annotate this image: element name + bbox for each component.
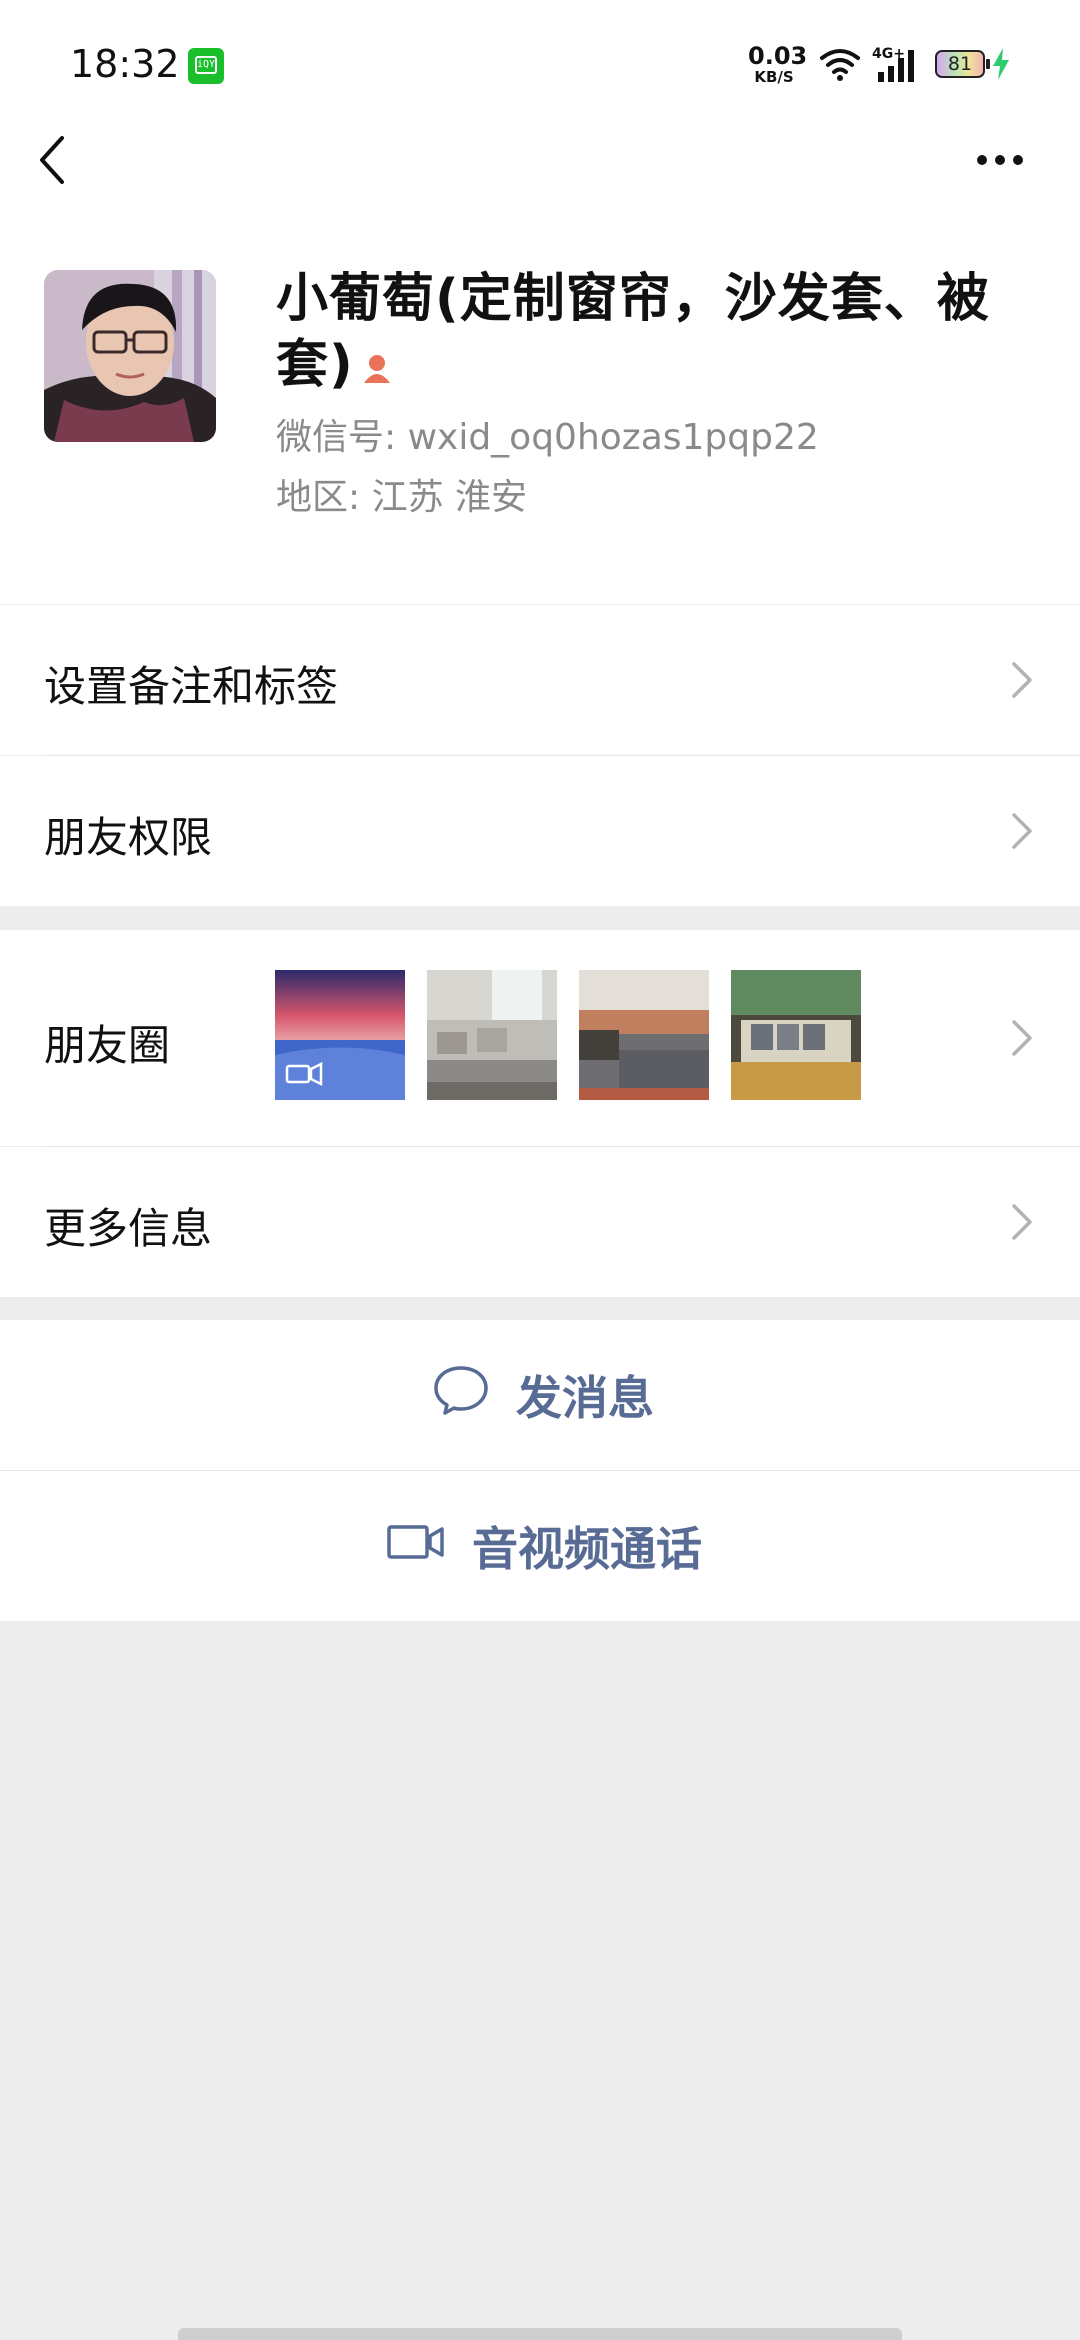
more-button[interactable]	[970, 140, 1040, 180]
region: 地区: 江苏 淮安	[276, 477, 528, 518]
chevron-right-icon	[1010, 1202, 1034, 1246]
network-speed: 0.03 KB/S	[748, 42, 808, 86]
chevron-right-icon	[1010, 660, 1034, 704]
friend-permissions-label: 朋友权限	[44, 813, 213, 862]
profile-name: 小葡萄(定制窗帘，沙发套、被套)	[276, 266, 996, 401]
moments-thumbnail	[427, 970, 557, 1100]
moments-label: 朋友圈	[44, 1021, 171, 1070]
av-call-button[interactable]: 音视频通话	[0, 1471, 1080, 1621]
chat-bubble-icon	[432, 1364, 490, 1427]
profile-header: 小葡萄(定制窗帘，沙发套、被套) 微信号: wxid_oq0hozas1pqp2…	[0, 230, 1080, 604]
moments-thumbnail	[579, 970, 709, 1100]
send-message-label: 发消息	[516, 1371, 654, 1425]
moments-thumbnail	[275, 970, 405, 1100]
battery-indicator: 81	[935, 50, 990, 78]
more-info-cell[interactable]: 更多信息	[0, 1147, 1080, 1297]
iqiyi-icon: iQY	[188, 48, 224, 84]
network-speed-unit: KB/S	[754, 68, 794, 86]
remark-tags-label: 设置备注和标签	[44, 662, 339, 711]
wechat-id: 微信号: wxid_oq0hozas1pqp22	[276, 417, 819, 458]
video-call-icon	[386, 1519, 446, 1573]
status-time: 18:32	[70, 42, 180, 86]
moments-thumbnail	[731, 970, 861, 1100]
moments-cell[interactable]: 朋友圈	[0, 930, 1080, 1146]
status-bar: 18:32 iQY 0.03 KB/S 4G+ 81	[0, 0, 1080, 130]
chevron-left-icon	[40, 136, 64, 184]
wifi-icon	[818, 46, 862, 86]
home-indicator[interactable]	[178, 2328, 902, 2340]
more-dots-icon	[977, 155, 1023, 165]
chevron-right-icon	[1010, 1018, 1034, 1062]
friend-permissions-cell[interactable]: 朋友权限	[0, 756, 1080, 906]
network-speed-value: 0.03	[748, 42, 808, 70]
charging-icon	[990, 46, 1012, 86]
more-info-label: 更多信息	[44, 1204, 213, 1253]
remark-tags-cell[interactable]: 设置备注和标签	[0, 605, 1080, 755]
cellular-signal-icon: 4G+	[872, 44, 924, 88]
avatar[interactable]	[44, 270, 216, 442]
person-icon	[362, 335, 392, 401]
send-message-button[interactable]: 发消息	[0, 1320, 1080, 1470]
back-button[interactable]	[30, 130, 100, 190]
chevron-right-icon	[1010, 811, 1034, 855]
av-call-label: 音视频通话	[472, 1522, 702, 1576]
